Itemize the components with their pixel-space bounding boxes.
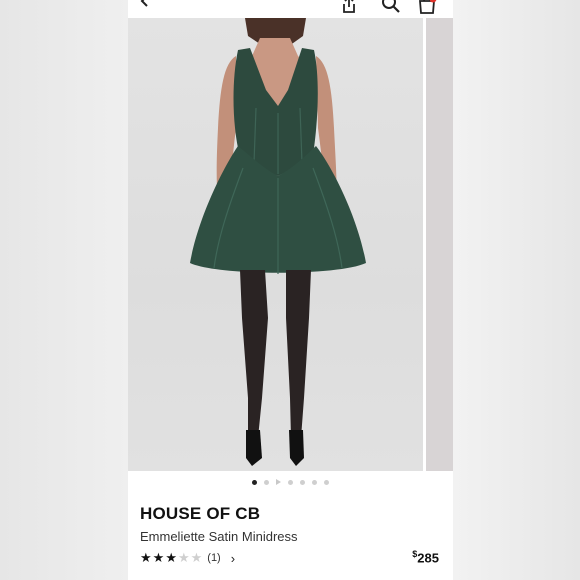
product-price: $285 [412,549,439,565]
product-name: Emmeliette Satin Minidress [140,529,298,544]
star-empty-icon: ★ [177,550,190,565]
star-filled-icon: ★ [140,550,152,565]
star-filled-icon: ★ [152,550,165,565]
review-count[interactable]: (1) [207,552,220,564]
product-photo[interactable] [128,18,423,471]
price-value: 285 [417,550,439,566]
background-left [0,0,128,580]
chevron-right-icon[interactable]: › [231,551,235,566]
top-navigation-bar [128,0,453,18]
pagination-dot[interactable] [324,479,329,485]
rating-row[interactable]: ★ ★ ★ ★ ★ (1) › [140,550,235,566]
brand-name[interactable]: HOUSE OF CB [140,504,260,524]
next-image-preview[interactable] [426,18,453,471]
pagination-dot[interactable] [288,479,293,485]
product-image-carousel[interactable] [128,18,453,471]
search-icon[interactable] [380,0,402,16]
share-icon[interactable] [340,0,358,16]
pagination-dot-active[interactable] [252,479,257,485]
shopping-bag-icon[interactable] [416,0,438,16]
carousel-pagination [128,476,453,488]
bag-badge [429,0,437,3]
star-filled-icon: ★ [165,550,177,565]
pagination-dot[interactable] [312,479,317,485]
video-play-icon[interactable] [276,479,281,485]
chevron-left-icon[interactable] [138,0,152,10]
pagination-dot[interactable] [264,479,269,485]
star-empty-icon: ★ [190,550,203,565]
model-in-dress-illustration [190,18,366,466]
pagination-dot[interactable] [300,479,305,485]
background-right [453,0,580,580]
phone-screen: HOUSE OF CB Emmeliette Satin Minidress ★… [128,0,453,580]
